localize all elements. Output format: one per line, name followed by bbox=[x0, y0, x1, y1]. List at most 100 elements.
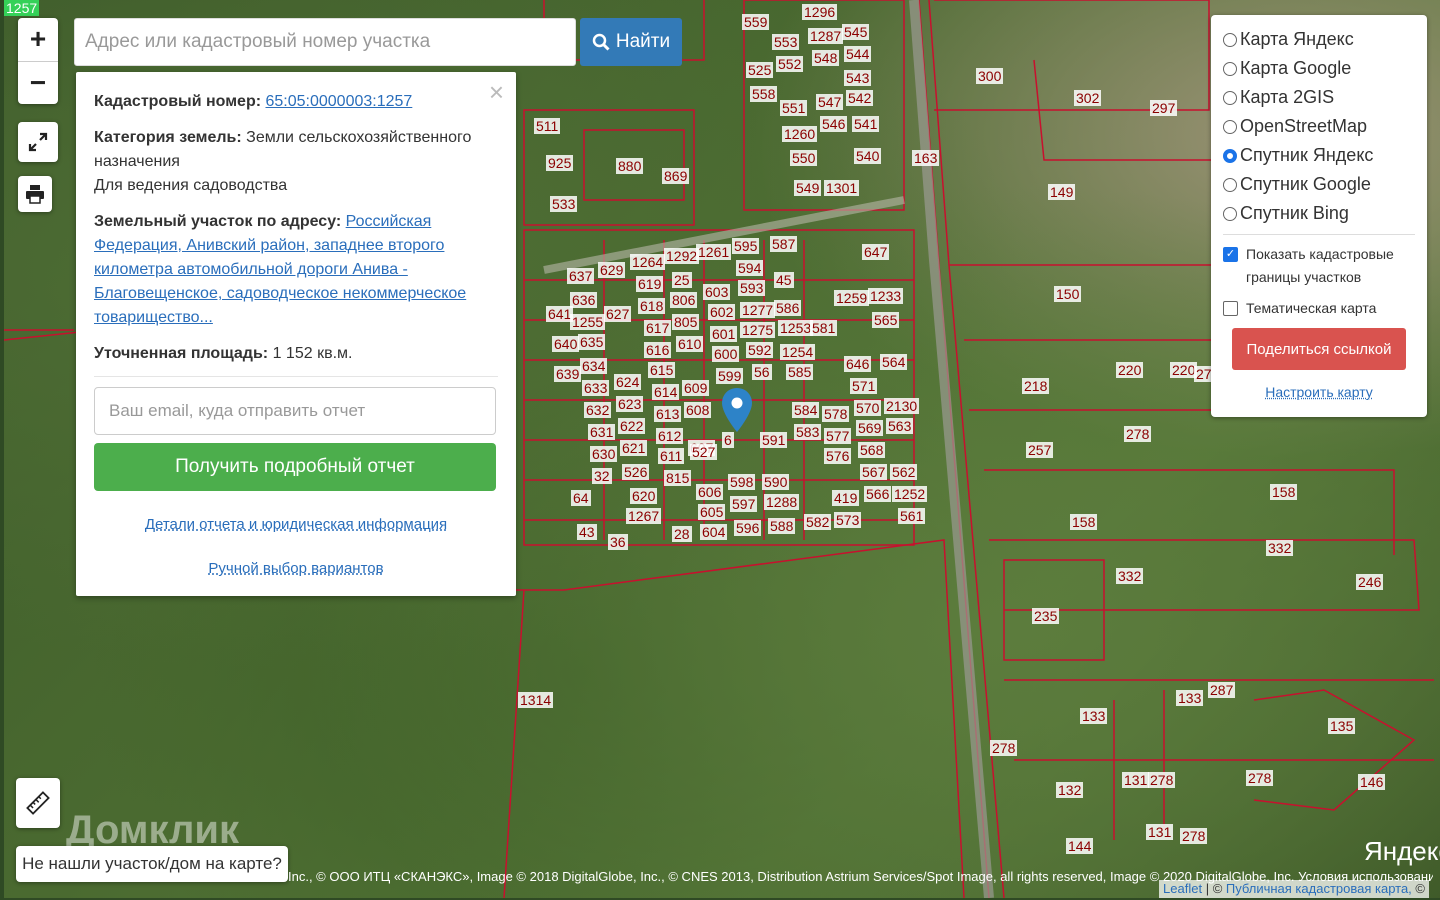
plot-label[interactable]: 302 bbox=[1074, 90, 1101, 106]
plot-label[interactable]: 570 bbox=[854, 400, 881, 416]
plot-label[interactable]: 586 bbox=[774, 300, 801, 316]
plot-label[interactable]: 144 bbox=[1066, 838, 1093, 854]
share-link-button[interactable]: Поделиться ссылкой bbox=[1232, 328, 1406, 370]
plot-label[interactable]: 131 bbox=[1122, 772, 1149, 788]
plot-label[interactable]: 278 bbox=[1148, 772, 1175, 788]
print-button[interactable] bbox=[18, 176, 52, 212]
checkbox-icon[interactable] bbox=[1223, 301, 1238, 316]
plot-label[interactable]: 592 bbox=[746, 342, 773, 358]
plot-label[interactable]: 1261 bbox=[696, 244, 731, 260]
plot-label[interactable]: 581 bbox=[810, 320, 837, 336]
close-icon[interactable]: × bbox=[489, 80, 504, 104]
plot-label[interactable]: 1252 bbox=[892, 486, 927, 502]
plot-label[interactable]: 616 bbox=[644, 342, 671, 358]
plot-label[interactable]: 543 bbox=[844, 70, 871, 86]
plot-label[interactable]: 635 bbox=[578, 334, 605, 350]
plot-label[interactable]: 576 bbox=[824, 448, 851, 464]
plot-label[interactable]: 619 bbox=[636, 276, 663, 292]
configure-map-link[interactable]: Настроить карту bbox=[1223, 384, 1415, 400]
radio-icon[interactable] bbox=[1223, 207, 1237, 221]
plot-label[interactable]: 1233 bbox=[868, 288, 903, 304]
plot-label[interactable]: 815 bbox=[664, 470, 691, 486]
plot-label[interactable]: 630 bbox=[590, 446, 617, 462]
plot-label[interactable]: 605 bbox=[698, 504, 725, 520]
plot-label[interactable]: 573 bbox=[834, 512, 861, 528]
ruler-button[interactable] bbox=[16, 778, 60, 828]
plot-label[interactable]: 541 bbox=[852, 116, 879, 132]
plot-label[interactable]: 278 bbox=[1246, 770, 1273, 786]
plot-label[interactable]: 1267 bbox=[626, 508, 661, 524]
radio-icon[interactable] bbox=[1223, 62, 1237, 76]
search-button[interactable]: Найти bbox=[580, 18, 682, 66]
plot-label[interactable]: 1277 bbox=[740, 302, 775, 318]
plot-label[interactable]: 64 bbox=[571, 490, 591, 506]
plot-label[interactable]: 595 bbox=[732, 238, 759, 254]
plot-label[interactable]: 548 bbox=[812, 50, 839, 66]
plot-label[interactable]: 32 bbox=[592, 468, 612, 484]
plot-label[interactable]: 553 bbox=[772, 34, 799, 50]
plot-label[interactable]: 1255 bbox=[570, 314, 605, 330]
plot-label[interactable]: 925 bbox=[546, 155, 573, 171]
plot-label[interactable]: 28 bbox=[672, 526, 692, 542]
plot-label[interactable]: 571 bbox=[850, 378, 877, 394]
plot-label[interactable]: 146 bbox=[1358, 774, 1385, 790]
plot-label[interactable]: 612 bbox=[656, 428, 683, 444]
cadastral-number-link[interactable]: 65:05:0000003:1257 bbox=[266, 93, 413, 110]
plot-label[interactable]: 598 bbox=[728, 474, 755, 490]
radio-icon[interactable] bbox=[1223, 120, 1237, 134]
zoom-in-button[interactable]: + bbox=[18, 18, 58, 61]
plot-label[interactable]: 511 bbox=[534, 118, 560, 134]
plot-label[interactable]: 300 bbox=[976, 68, 1003, 84]
plot-label[interactable]: 590 bbox=[762, 474, 789, 490]
plot-label[interactable]: 593 bbox=[738, 280, 765, 296]
plot-label[interactable]: 158 bbox=[1270, 484, 1297, 500]
plot-label[interactable]: 566 bbox=[864, 486, 891, 502]
plot-label[interactable]: 629 bbox=[598, 262, 625, 278]
plot-label[interactable]: 1292 bbox=[664, 248, 699, 264]
plot-label[interactable]: 582 bbox=[804, 514, 831, 530]
plot-label[interactable]: 627 bbox=[604, 306, 631, 322]
plot-label[interactable]: 622 bbox=[618, 418, 645, 434]
plot-label[interactable]: 163 bbox=[912, 150, 939, 166]
plot-label[interactable]: 562 bbox=[890, 464, 917, 480]
plot-label[interactable]: 1275 bbox=[740, 322, 775, 338]
plot-label[interactable]: 158 bbox=[1070, 514, 1097, 530]
plot-label[interactable]: 880 bbox=[616, 158, 643, 174]
plot-label[interactable]: 550 bbox=[790, 150, 817, 166]
plot-label[interactable]: 559 bbox=[742, 14, 769, 30]
plot-label[interactable]: 806 bbox=[670, 292, 697, 308]
plot-label[interactable]: 1260 bbox=[782, 126, 817, 142]
plot-label[interactable]: 617 bbox=[644, 320, 671, 336]
plot-label[interactable]: 631 bbox=[588, 424, 615, 440]
plot-label[interactable]: 149 bbox=[1048, 184, 1075, 200]
email-field[interactable]: Ваш email, куда отправить отчет bbox=[94, 387, 496, 435]
layer-option[interactable]: OpenStreetMap bbox=[1223, 112, 1415, 141]
layer-option[interactable]: Карта 2GIS bbox=[1223, 83, 1415, 112]
location-marker-icon[interactable] bbox=[722, 388, 752, 432]
plot-label[interactable]: 599 bbox=[716, 368, 743, 384]
plot-label[interactable]: 603 bbox=[703, 284, 730, 300]
radio-icon[interactable] bbox=[1223, 33, 1237, 47]
plot-label[interactable]: 640 bbox=[552, 336, 579, 352]
plot-label[interactable]: 564 bbox=[880, 354, 907, 370]
plot-label[interactable]: 551 bbox=[780, 100, 807, 116]
plot-label[interactable]: 135 bbox=[1328, 718, 1355, 734]
plot-label[interactable]: 131 bbox=[1146, 824, 1173, 840]
plot-label[interactable]: 585 bbox=[786, 364, 813, 380]
plot-label[interactable]: 246 bbox=[1356, 574, 1383, 590]
plot-label[interactable]: 608 bbox=[684, 402, 711, 418]
manual-selection-link[interactable]: Ручной выбор вариантов bbox=[94, 557, 498, 581]
plot-label[interactable]: 1259 bbox=[834, 290, 869, 306]
plot-label[interactable]: 1253 bbox=[778, 320, 813, 336]
plot-label[interactable]: 563 bbox=[886, 418, 913, 434]
fullscreen-button[interactable] bbox=[18, 122, 58, 162]
plot-label[interactable]: 1296 bbox=[802, 4, 837, 20]
radio-selected-icon[interactable] bbox=[1223, 149, 1237, 163]
plot-label[interactable]: 588 bbox=[768, 518, 795, 534]
search-input[interactable]: Адрес или кадастровый номер участка bbox=[74, 18, 576, 66]
plot-label[interactable]: 533 bbox=[550, 196, 577, 212]
plot-label[interactable]: 596 bbox=[734, 520, 761, 536]
plot-label[interactable]: 1314 bbox=[518, 692, 553, 708]
radio-icon[interactable] bbox=[1223, 178, 1237, 192]
plot-label[interactable]: 615 bbox=[648, 362, 675, 378]
